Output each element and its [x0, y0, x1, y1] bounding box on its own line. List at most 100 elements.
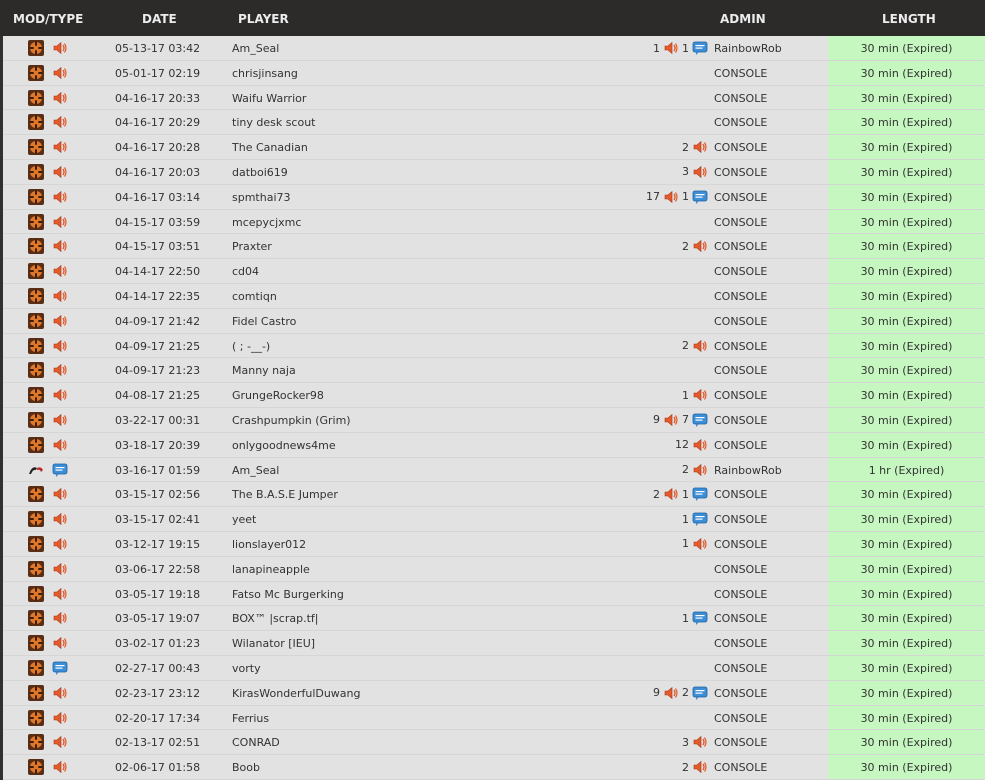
mute-speaker-icon[interactable] — [692, 338, 708, 354]
mod-cell — [28, 362, 44, 379]
table-row[interactable]: 05-01-17 02:19 chrisjinsang CONSOLE 30 m… — [0, 60, 985, 86]
player-cell[interactable]: Crashpumpkin (Grim) — [232, 414, 351, 427]
table-row[interactable]: 03-18-17 20:39 onlygoodnews4me 12 CONSOL… — [0, 432, 985, 458]
mute-speaker-icon — [52, 685, 68, 701]
comm-history-cell: 1 — [682, 387, 708, 403]
mute-speaker-icon[interactable] — [692, 238, 708, 254]
admin-cell: CONSOLE — [714, 562, 768, 576]
gag-chat-icon[interactable] — [692, 511, 708, 527]
table-row[interactable]: 04-16-17 20:28 The Canadian 2 CONSOLE 30… — [0, 135, 985, 160]
table-row[interactable]: 03-05-17 19:07 BOX™ |scrap.tf| 1 CONSOLE… — [0, 606, 985, 632]
table-row[interactable]: 03-12-17 19:15 lionslayer012 1 CONSOLE 3… — [0, 531, 985, 557]
player-cell[interactable]: Boob — [232, 761, 260, 774]
mod-cell — [28, 411, 44, 428]
player-cell[interactable]: cd04 — [232, 265, 259, 278]
player-cell[interactable]: The B.A.S.E Jumper — [232, 488, 338, 501]
player-cell[interactable]: Waifu Warrior — [232, 92, 306, 105]
table-row[interactable]: 04-16-17 20:33 Waifu Warrior CONSOLE 30 … — [0, 85, 985, 111]
player-cell[interactable]: lanapineapple — [232, 563, 310, 576]
mute-speaker-icon[interactable] — [663, 40, 679, 56]
comm-block-list: MOD/TYPE DATE PLAYER ADMIN LENGTH 05-13-… — [0, 0, 985, 780]
table-row[interactable]: 02-13-17 02:51 CONRAD 3 CONSOLE 30 min (… — [0, 730, 985, 756]
mute-speaker-icon[interactable] — [692, 437, 708, 453]
header-admin[interactable]: ADMIN — [720, 12, 766, 26]
table-row[interactable]: 03-16-17 01:59 Am_Seal 2 RainbowRob 1 hr… — [0, 457, 985, 483]
player-cell[interactable]: Ferrius — [232, 712, 269, 725]
player-cell[interactable]: vorty — [232, 662, 261, 675]
table-row[interactable]: 03-22-17 00:31 Crashpumpkin (Grim) 97 CO… — [0, 407, 985, 433]
player-cell[interactable]: Am_Seal — [232, 464, 279, 477]
player-cell[interactable]: spmthai73 — [232, 191, 291, 204]
table-row[interactable]: 04-09-17 21:42 Fidel Castro CONSOLE 30 m… — [0, 308, 985, 334]
player-cell[interactable]: comtiqn — [232, 290, 277, 303]
table-row[interactable]: 04-15-17 03:59 mcepycjxmc CONSOLE 30 min… — [0, 209, 985, 235]
player-cell[interactable]: GrungeRocker98 — [232, 389, 324, 402]
header-length[interactable]: LENGTH — [882, 12, 936, 26]
mute-speaker-icon[interactable] — [663, 189, 679, 205]
mute-speaker-icon[interactable] — [692, 387, 708, 403]
player-cell[interactable]: Fidel Castro — [232, 315, 296, 328]
mute-speaker-icon[interactable] — [663, 685, 679, 701]
player-cell[interactable]: onlygoodnews4me — [232, 439, 336, 452]
table-row[interactable]: 04-16-17 20:29 tiny desk scout CONSOLE 3… — [0, 110, 985, 136]
gag-chat-icon[interactable] — [692, 486, 708, 502]
table-row[interactable]: 03-06-17 22:58 lanapineapple CONSOLE 30 … — [0, 556, 985, 582]
gag-chat-icon[interactable] — [692, 40, 708, 56]
mute-speaker-icon[interactable] — [692, 759, 708, 775]
player-cell[interactable]: The Canadian — [232, 141, 308, 154]
player-cell[interactable]: chrisjinsang — [232, 67, 298, 80]
table-row[interactable]: 04-09-17 21:23 Manny naja CONSOLE 30 min… — [0, 358, 985, 384]
mute-speaker-icon[interactable] — [692, 164, 708, 180]
header-mod-type[interactable]: MOD/TYPE — [13, 12, 83, 26]
table-row[interactable]: 04-14-17 22:50 cd04 CONSOLE 30 min (Expi… — [0, 259, 985, 284]
mute-count: 2 — [682, 339, 689, 353]
player-cell[interactable]: BOX™ |scrap.tf| — [232, 612, 318, 625]
player-cell[interactable]: ( ; -__-) — [232, 340, 270, 353]
table-row[interactable]: 02-20-17 17:34 Ferrius CONSOLE 30 min (E… — [0, 705, 985, 731]
player-cell[interactable]: KirasWonderfulDuwang — [232, 687, 361, 700]
table-row[interactable]: 04-16-17 20:03 datboi619 3 CONSOLE 30 mi… — [0, 159, 985, 185]
table-row[interactable]: 02-06-17 01:58 Boob 2 CONSOLE 30 min (Ex… — [0, 755, 985, 780]
player-cell[interactable]: Am_Seal — [232, 42, 279, 55]
player-cell[interactable]: tiny desk scout — [232, 116, 316, 129]
table-row[interactable]: 03-05-17 19:18 Fatso Mc Burgerking CONSO… — [0, 581, 985, 607]
table-row[interactable]: 04-14-17 22:35 comtiqn CONSOLE 30 min (E… — [0, 283, 985, 309]
gag-chat-icon[interactable] — [692, 610, 708, 626]
tf2-game-icon — [28, 312, 44, 329]
table-row[interactable]: 05-13-17 03:42 Am_Seal 11 RainbowRob 30 … — [0, 36, 985, 61]
mute-speaker-icon[interactable] — [663, 486, 679, 502]
table-row[interactable]: 04-16-17 03:14 spmthai73 17 1 CONSOLE 30 … — [0, 184, 985, 210]
table-row[interactable]: 03-02-17 01:23 Wilanator [IEU] CONSOLE 3… — [0, 631, 985, 656]
player-cell[interactable]: mcepycjxmc — [232, 216, 301, 229]
player-cell[interactable]: Manny naja — [232, 364, 296, 377]
table-row[interactable]: 04-15-17 03:51 Praxter 2 CONSOLE 30 min … — [0, 234, 985, 260]
header-player[interactable]: PLAYER — [238, 12, 289, 26]
length-cell: 30 min (Expired) — [828, 110, 985, 136]
date-cell: 04-08-17 21:25 — [115, 389, 201, 403]
header-date[interactable]: DATE — [142, 12, 177, 26]
player-cell[interactable]: Fatso Mc Burgerking — [232, 588, 344, 601]
mute-speaker-icon[interactable] — [692, 536, 708, 552]
table-row[interactable]: 04-08-17 21:25 GrungeRocker98 1 CONSOLE … — [0, 383, 985, 408]
length-cell: 30 min (Expired) — [828, 135, 985, 160]
mute-speaker-icon[interactable] — [663, 412, 679, 428]
player-cell[interactable]: Wilanator [IEU] — [232, 637, 315, 650]
player-cell[interactable]: datboi619 — [232, 166, 288, 179]
gag-chat-icon[interactable] — [692, 685, 708, 701]
player-cell[interactable]: CONRAD — [232, 736, 280, 749]
mute-speaker-icon[interactable] — [692, 734, 708, 750]
player-cell[interactable]: yeet — [232, 513, 256, 526]
gag-chat-icon[interactable] — [692, 412, 708, 428]
gag-chat-icon[interactable] — [692, 189, 708, 205]
table-row[interactable]: 04-09-17 21:25 ( ; -__-) 2 CONSOLE 30 mi… — [0, 333, 985, 359]
player-cell[interactable]: lionslayer012 — [232, 538, 306, 551]
tf2-game-icon — [28, 163, 44, 180]
table-row[interactable]: 03-15-17 02:41 yeet 1 CONSOLE 30 min (Ex… — [0, 507, 985, 532]
table-row[interactable]: 02-27-17 00:43 vorty CONSOLE 30 min (Exp… — [0, 655, 985, 681]
mod-cell — [28, 659, 44, 676]
mute-speaker-icon[interactable] — [692, 462, 708, 478]
table-row[interactable]: 02-23-17 23:12 KirasWonderfulDuwang 92 C… — [0, 680, 985, 706]
mute-speaker-icon[interactable] — [692, 139, 708, 155]
table-row[interactable]: 03-15-17 02:56 The B.A.S.E Jumper 21 CON… — [0, 482, 985, 508]
player-cell[interactable]: Praxter — [232, 240, 272, 253]
